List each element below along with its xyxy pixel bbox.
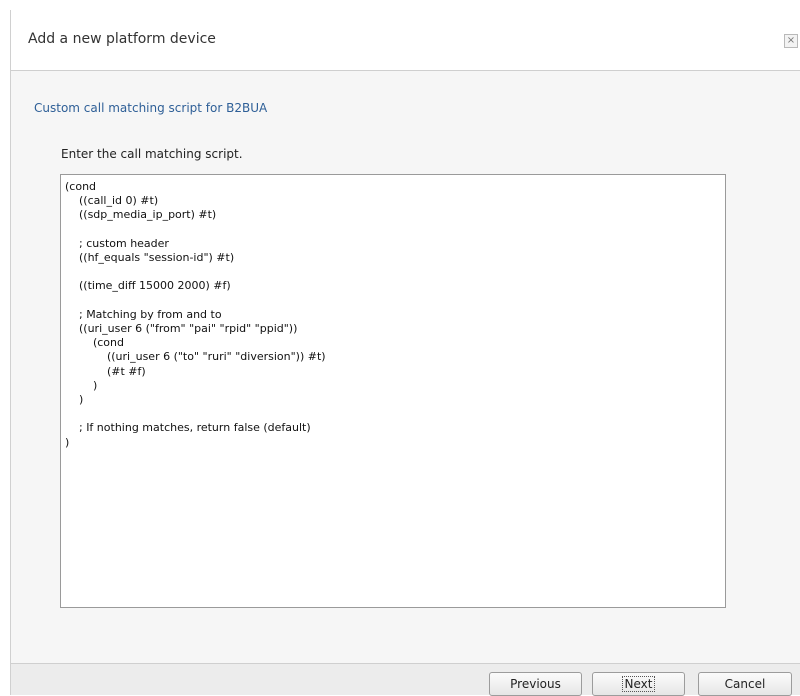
- next-button[interactable]: Next: [592, 672, 685, 696]
- dialog-titlebar: Add a new platform device ×: [11, 10, 800, 70]
- instruction-label: Enter the call matching script.: [61, 147, 243, 161]
- script-textarea[interactable]: (cond ((call_id 0) #t) ((sdp_media_ip_po…: [60, 174, 726, 608]
- previous-button[interactable]: Previous: [489, 672, 582, 696]
- dialog-window: Add a new platform device × Custom call …: [10, 10, 800, 696]
- next-button-label: Next: [621, 676, 656, 692]
- section-label: Custom call matching script for B2BUA: [34, 101, 268, 115]
- dialog-title: Add a new platform device: [28, 31, 216, 47]
- dialog-footer: Previous Next Cancel: [11, 663, 800, 696]
- dialog-content: Custom call matching script for B2BUA En…: [11, 70, 800, 663]
- close-icon[interactable]: ×: [784, 34, 798, 48]
- cancel-button[interactable]: Cancel: [698, 672, 792, 696]
